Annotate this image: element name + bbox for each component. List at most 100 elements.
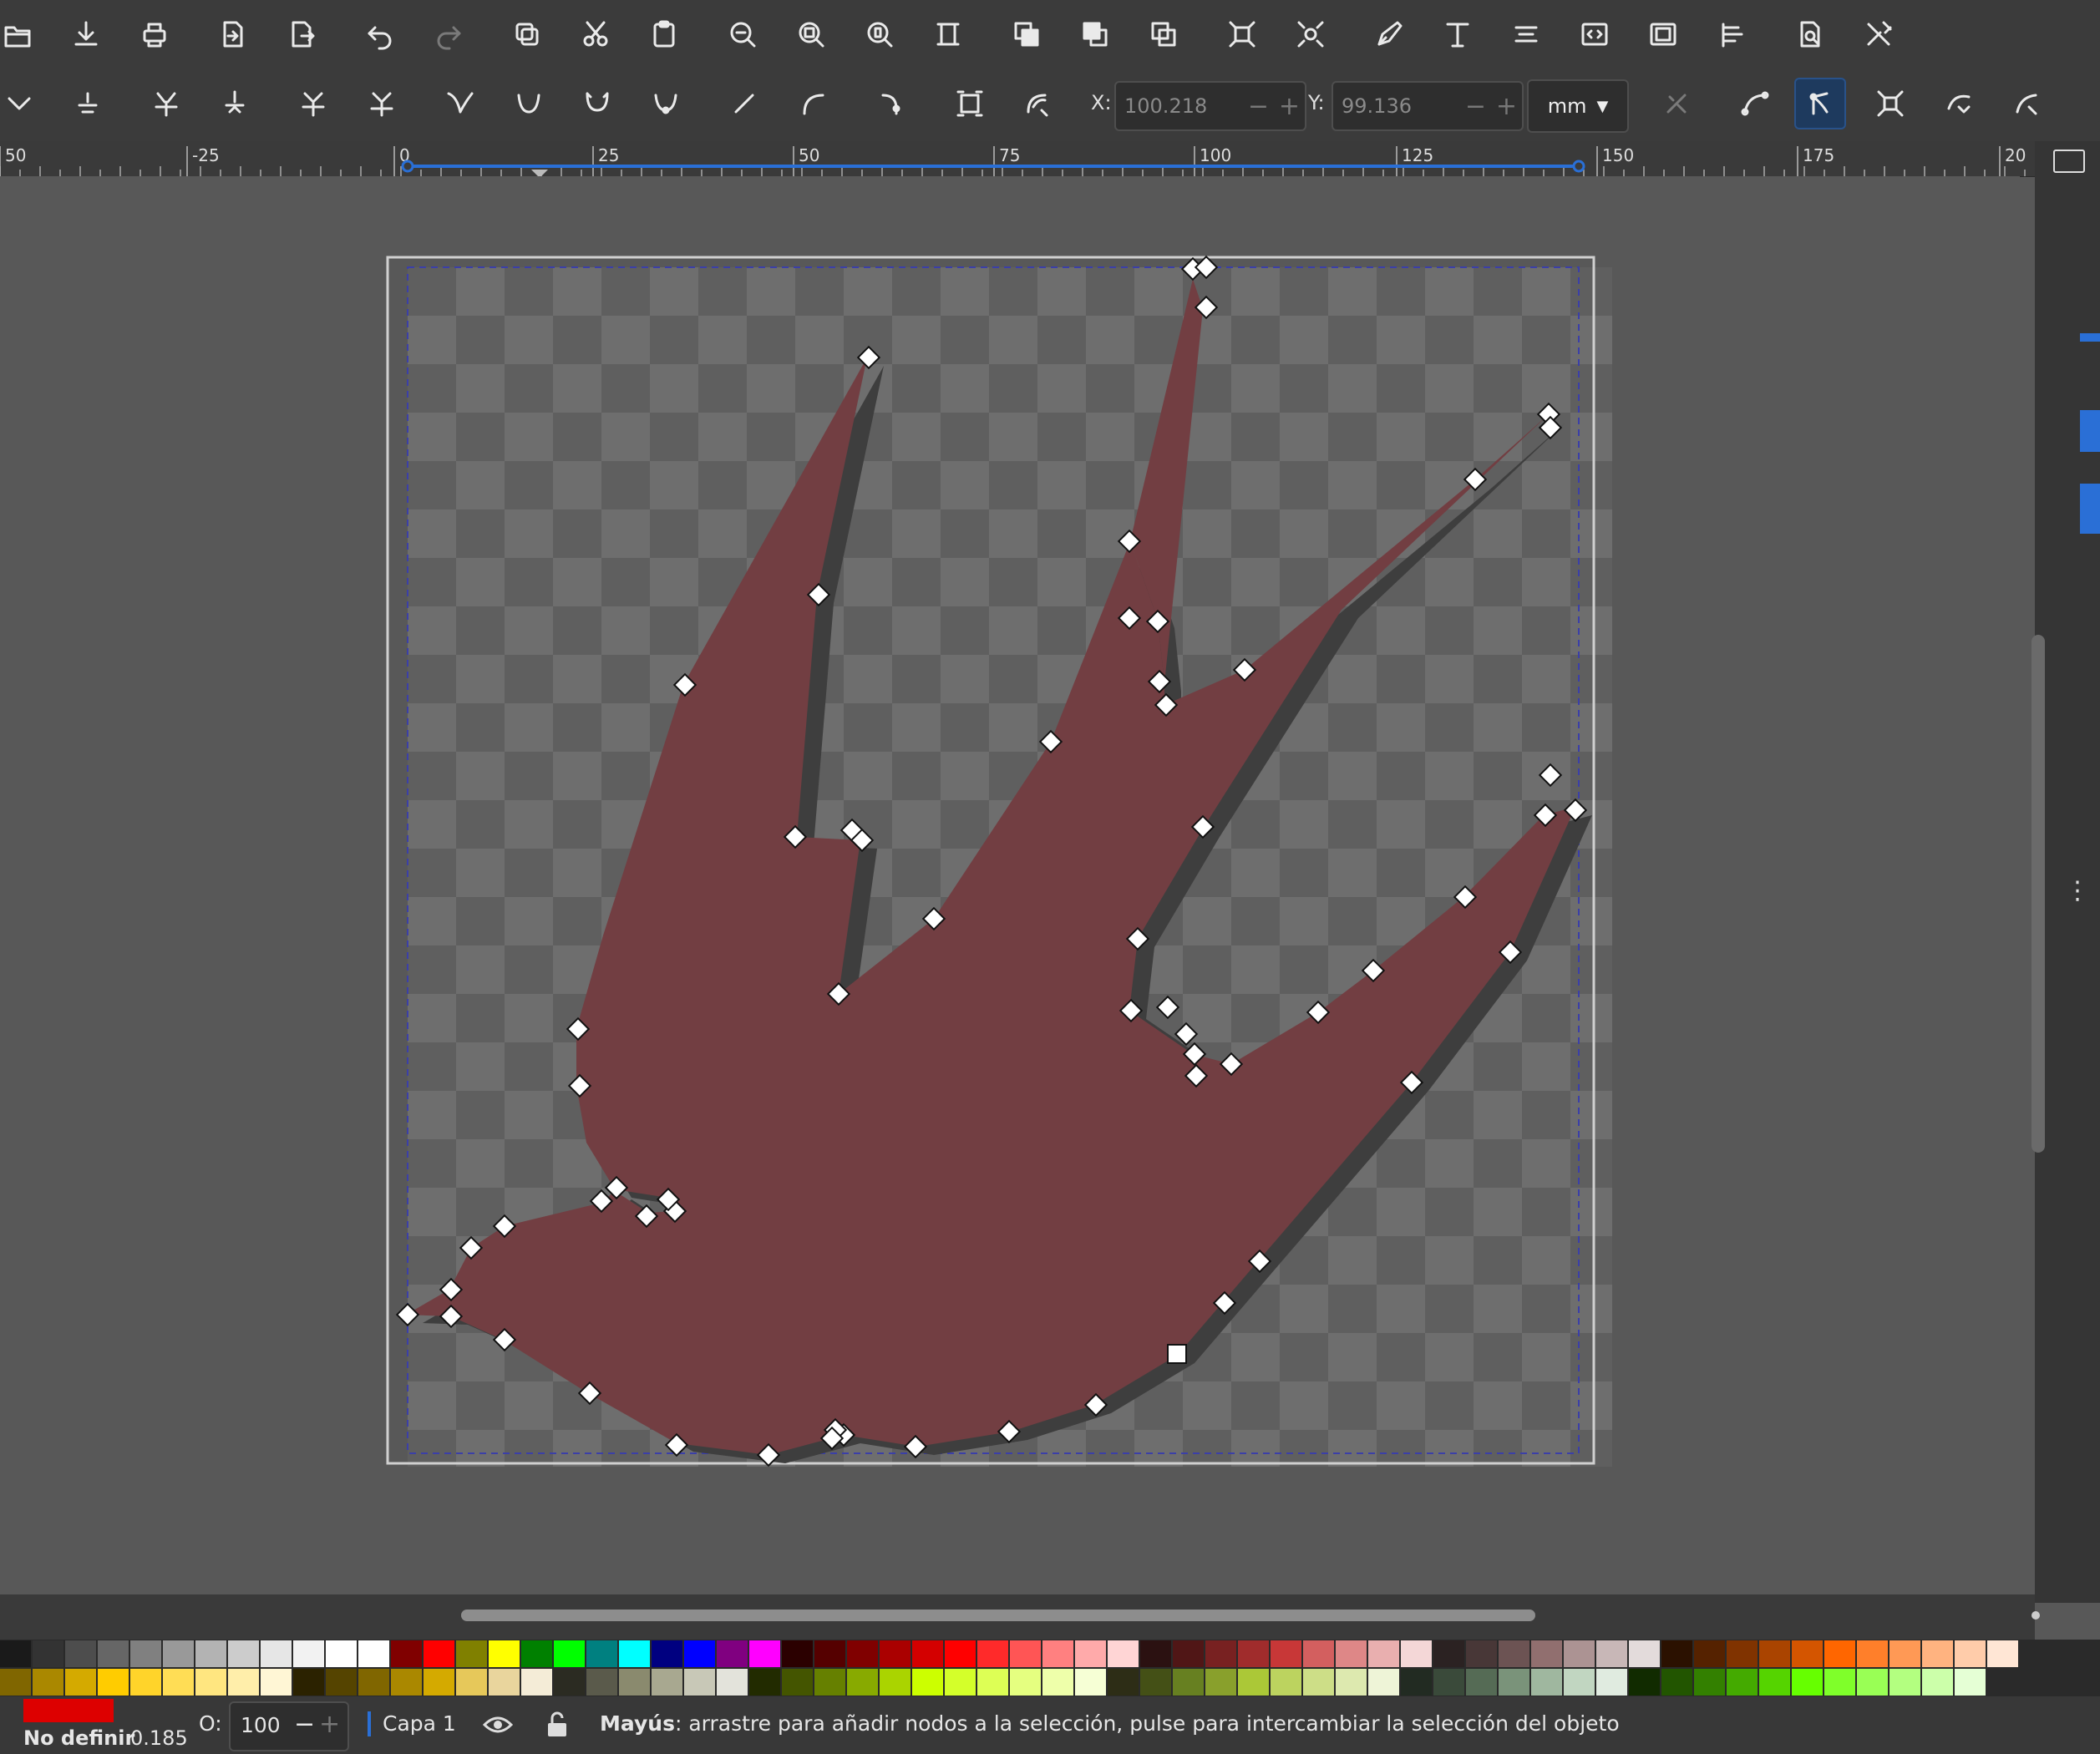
zoom-drawing-icon[interactable] <box>785 8 837 60</box>
join-segment-icon[interactable] <box>287 78 339 129</box>
palette-swatch[interactable] <box>652 1640 682 1667</box>
paste-icon[interactable] <box>638 8 690 60</box>
palette-swatch[interactable] <box>912 1640 943 1667</box>
lock-icon[interactable] <box>545 1710 570 1741</box>
palette-swatch[interactable] <box>1889 1669 1920 1696</box>
palette-swatch[interactable] <box>1205 1640 1236 1667</box>
palette-swatch[interactable] <box>98 1669 129 1696</box>
opacity-field[interactable]: 100 − + <box>229 1701 349 1751</box>
palette-swatch[interactable] <box>586 1640 617 1667</box>
palette-swatch[interactable] <box>1857 1640 1888 1667</box>
palette-swatch[interactable] <box>1857 1669 1888 1696</box>
palette-swatch[interactable] <box>163 1640 194 1667</box>
palette-swatch[interactable] <box>1564 1669 1595 1696</box>
smooth-node-icon[interactable] <box>503 78 555 129</box>
vertical-scrollbar[interactable] <box>2032 635 2045 1153</box>
palette-swatch[interactable] <box>1792 1640 1823 1667</box>
palette-swatch[interactable] <box>1433 1640 1464 1667</box>
palette-swatch[interactable] <box>782 1669 813 1696</box>
palette-swatch[interactable] <box>1824 1640 1855 1667</box>
print-icon[interactable] <box>129 8 180 60</box>
palette-swatch[interactable] <box>586 1669 617 1696</box>
break-path-icon[interactable] <box>209 78 261 129</box>
palette-swatch[interactable] <box>814 1640 845 1667</box>
ungroup-icon[interactable] <box>1216 8 1268 60</box>
palette-swatch[interactable] <box>1271 1669 1301 1696</box>
palette-swatch[interactable] <box>1303 1669 1334 1696</box>
palette-swatch[interactable] <box>326 1669 357 1696</box>
y-decrement-button[interactable]: − <box>1460 92 1491 121</box>
palette-swatch[interactable] <box>977 1640 1008 1667</box>
duplicate-icon[interactable] <box>501 8 553 60</box>
palette-swatch[interactable] <box>195 1640 226 1667</box>
palette-swatch[interactable] <box>1368 1669 1399 1696</box>
palette-swatch[interactable] <box>1401 1640 1432 1667</box>
palette-swatch[interactable] <box>1661 1669 1692 1696</box>
delete-segment-icon[interactable] <box>356 78 408 129</box>
align-icon[interactable] <box>1500 8 1552 60</box>
palette-swatch[interactable] <box>1694 1640 1725 1667</box>
lower-icon[interactable] <box>1069 8 1121 60</box>
palette-swatch[interactable] <box>554 1669 585 1696</box>
palette-swatch[interactable] <box>1955 1669 1986 1696</box>
palette-swatch[interactable] <box>1792 1669 1823 1696</box>
reverse-path-icon[interactable] <box>1651 78 1702 129</box>
palette-swatch[interactable] <box>293 1669 324 1696</box>
palette-swatch[interactable] <box>228 1640 259 1667</box>
zoom-fit-icon[interactable] <box>922 8 974 60</box>
display-mode-icon[interactable] <box>2053 150 2085 173</box>
palette-swatch[interactable] <box>293 1640 324 1667</box>
palette-swatch[interactable] <box>358 1640 389 1667</box>
clip-path-icon[interactable] <box>1933 78 1985 129</box>
palette-swatch[interactable] <box>1759 1640 1790 1667</box>
palette-swatch[interactable] <box>163 1669 194 1696</box>
palette-swatch[interactable] <box>424 1640 454 1667</box>
palette-swatch[interactable] <box>1205 1669 1236 1696</box>
palette-swatch[interactable] <box>554 1640 585 1667</box>
x-coordinate-field[interactable]: − + <box>1114 81 1306 131</box>
palette-swatch[interactable] <box>1499 1640 1529 1667</box>
palette-swatch[interactable] <box>1140 1669 1171 1696</box>
palette-swatch[interactable] <box>880 1640 911 1667</box>
palette-swatch[interactable] <box>326 1640 357 1667</box>
palette-swatch[interactable] <box>1629 1640 1660 1667</box>
dock-tab-indicator[interactable] <box>2080 410 2100 452</box>
palette-swatch[interactable] <box>0 1640 31 1667</box>
palette-swatch[interactable] <box>424 1669 454 1696</box>
unit-select[interactable]: mm ▼ <box>1527 79 1629 133</box>
layers-icon[interactable] <box>1706 8 1758 60</box>
palette-swatch[interactable] <box>1010 1669 1041 1696</box>
palette-swatch[interactable] <box>1075 1640 1106 1667</box>
palette-swatch[interactable] <box>1173 1640 1204 1667</box>
cut-icon[interactable] <box>570 8 621 60</box>
palette-swatch[interactable] <box>977 1669 1008 1696</box>
dock-panel-indicator[interactable] <box>2080 484 2100 534</box>
palette-swatch[interactable] <box>1499 1669 1529 1696</box>
palette-swatch[interactable] <box>98 1640 129 1667</box>
insert-node-icon[interactable] <box>62 78 114 129</box>
join-nodes-icon[interactable] <box>140 78 192 129</box>
palette-swatch[interactable] <box>1922 1640 1953 1667</box>
palette-swatch[interactable] <box>847 1669 878 1696</box>
palette-swatch[interactable] <box>1433 1669 1464 1696</box>
palette-swatch[interactable] <box>489 1640 520 1667</box>
object-to-path-icon[interactable] <box>865 78 917 129</box>
save-icon[interactable] <box>60 8 112 60</box>
palette-swatch[interactable] <box>1596 1640 1627 1667</box>
palette-swatch[interactable] <box>65 1669 96 1696</box>
preferences-icon[interactable] <box>1784 8 1836 60</box>
palette-swatch[interactable] <box>358 1669 389 1696</box>
line-segment-icon[interactable] <box>718 78 770 129</box>
palette-swatch[interactable] <box>33 1640 63 1667</box>
palette-swatch[interactable] <box>1042 1669 1073 1696</box>
palette-swatch[interactable] <box>261 1640 292 1667</box>
node-select-icon[interactable] <box>1285 8 1337 60</box>
x-input[interactable] <box>1116 94 1243 119</box>
palette-swatch[interactable] <box>684 1669 715 1696</box>
palette-swatch[interactable] <box>1108 1640 1139 1667</box>
palette-swatch[interactable] <box>456 1640 487 1667</box>
import-icon[interactable] <box>207 8 259 60</box>
show-handles-icon[interactable] <box>1794 78 1846 129</box>
chevron-down-icon[interactable] <box>0 78 45 129</box>
xml-editor-icon[interactable] <box>1569 8 1621 60</box>
